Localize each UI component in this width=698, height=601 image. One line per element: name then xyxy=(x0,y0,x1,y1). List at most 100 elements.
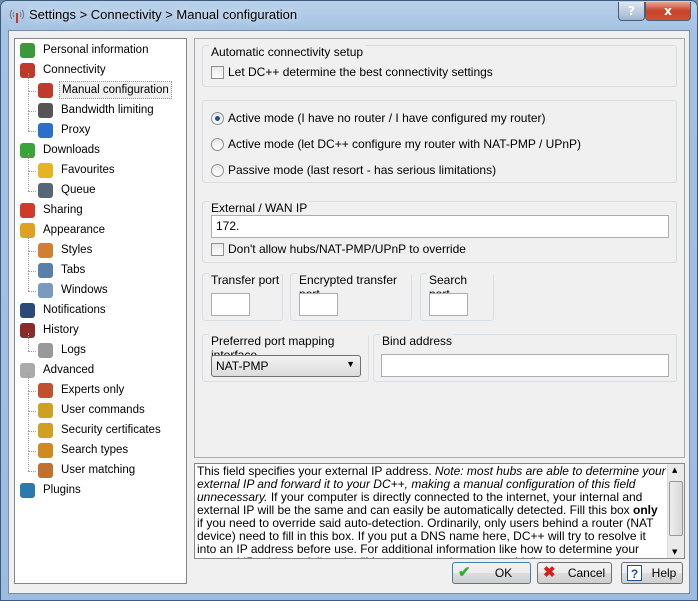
transfer-port-group: Transfer port xyxy=(202,273,283,321)
mode-label-upnp[interactable]: Active mode (let DC++ configure my route… xyxy=(228,137,581,151)
tree-item-label: Security certificates xyxy=(61,424,161,436)
tree-item-label: History xyxy=(43,324,79,336)
tree-connector xyxy=(28,411,36,412)
tree-item-label: Connectivity xyxy=(43,64,106,76)
mode-radio-upnp[interactable] xyxy=(211,138,224,151)
scroll-down-icon[interactable]: ▼ xyxy=(672,548,677,556)
override-checkbox-label[interactable]: Don't allow hubs/NAT-PMP/UPnP to overrid… xyxy=(228,242,466,256)
tree-connector xyxy=(28,253,29,271)
plugin-icon xyxy=(20,483,35,498)
tree-item-label: Logs xyxy=(61,344,86,356)
tree-item-label: Advanced xyxy=(43,364,95,376)
auto-group: Automatic connectivity setup Let DC++ de… xyxy=(202,45,677,87)
tree-item-label: Notifications xyxy=(43,304,106,316)
tree-item-label: User matching xyxy=(61,464,136,476)
help-text-box[interactable]: This field specifies your external IP ad… xyxy=(194,463,685,559)
auto-checkbox-label[interactable]: Let DC++ determine the best connectivity… xyxy=(228,65,493,79)
window-title: Settings > Connectivity > Manual configu… xyxy=(29,7,298,22)
window-icon xyxy=(38,283,53,298)
settings-panel: Automatic connectivity setup Let DC++ de… xyxy=(194,38,685,458)
tree-connector xyxy=(28,171,36,172)
tree-connector xyxy=(28,153,29,171)
help-button[interactable]: ? Help xyxy=(621,562,683,584)
help-text-rest: if you need to override said auto-detect… xyxy=(197,516,654,559)
help-text: This field specifies your external IP ad… xyxy=(197,465,667,559)
tree-item-label: User commands xyxy=(61,404,145,416)
tree-item-label: Search types xyxy=(61,444,129,456)
tree-item-label: Windows xyxy=(61,284,108,296)
gauge-icon xyxy=(38,103,53,118)
tree-connector xyxy=(28,93,29,111)
tree-connector xyxy=(28,373,29,391)
encrypted-port-input[interactable] xyxy=(299,293,338,316)
tree-connector xyxy=(28,471,36,472)
folder-star-icon xyxy=(38,163,53,178)
tree-item-label: Downloads xyxy=(43,144,100,156)
help-icon: ? xyxy=(627,565,642,581)
users-icon xyxy=(38,463,53,478)
wan-group-label: External / WAN IP xyxy=(209,201,310,215)
mapping-select-value: NAT-PMP xyxy=(216,359,269,373)
user-icon xyxy=(20,43,35,58)
tree-connector xyxy=(28,413,29,431)
mode-radio-passive[interactable] xyxy=(211,164,224,177)
mode-group: Active mode (I have no router / I have c… xyxy=(202,100,677,183)
mapping-select[interactable]: NAT-PMP ▼ xyxy=(211,355,361,377)
antenna-icon xyxy=(38,83,53,98)
tree-connector xyxy=(28,111,36,112)
tree-connector xyxy=(28,291,36,292)
tree-item-label: Proxy xyxy=(61,124,91,136)
auto-group-label: Automatic connectivity setup xyxy=(209,45,366,59)
antenna-icon xyxy=(9,9,25,23)
tree-connector xyxy=(28,453,29,471)
tree-connector xyxy=(28,73,29,91)
help-scrollbar[interactable]: ▲ ▼ xyxy=(667,464,684,558)
scrollbar-thumb[interactable] xyxy=(669,481,683,536)
tree-item-label: Bandwidth limiting xyxy=(61,104,154,116)
encrypted-port-group: Encrypted transfer port xyxy=(290,273,412,321)
tree-connector xyxy=(28,431,36,432)
tree-connector xyxy=(28,271,36,272)
tree-connector xyxy=(28,191,36,192)
cancel-button[interactable]: ✖ Cancel xyxy=(537,562,612,584)
tree-connector xyxy=(28,433,29,451)
mode-label-passive[interactable]: Passive mode (last resort - has serious … xyxy=(228,163,496,177)
scroll-up-icon[interactable]: ▲ xyxy=(672,466,677,474)
lock-icon xyxy=(38,423,53,438)
checkmark-icon: ✔ xyxy=(458,564,471,581)
up-arrow-icon xyxy=(20,203,35,218)
tree-connector xyxy=(28,333,29,351)
wan-group: External / WAN IP 172. Don't allow hubs/… xyxy=(202,201,677,263)
tree-item-label: Styles xyxy=(61,244,93,256)
magnifier-icon xyxy=(38,443,53,458)
tree-connector xyxy=(28,113,29,131)
tree-connector xyxy=(28,233,29,251)
close-button[interactable]: x xyxy=(645,2,691,21)
tree-connector xyxy=(28,393,29,411)
tree-item-label: Sharing xyxy=(43,204,83,216)
bind-group-label: Bind address xyxy=(380,334,455,348)
tree-item-label: Favourites xyxy=(61,164,115,176)
wan-ip-input[interactable]: 172. xyxy=(211,215,669,238)
mode-radio-active[interactable] xyxy=(211,112,224,125)
bell-icon xyxy=(20,303,35,318)
tree-connector xyxy=(28,451,36,452)
search-port-group: Search port xyxy=(420,273,494,321)
tree-item-label: Plugins xyxy=(43,484,81,496)
chevron-down-icon: ▼ xyxy=(346,359,355,369)
title-help-button[interactable]: ? xyxy=(618,2,645,21)
tree-connector xyxy=(28,91,36,92)
transfer-port-label: Transfer port xyxy=(209,273,282,287)
transfer-port-input[interactable] xyxy=(211,293,250,316)
bind-address-input[interactable] xyxy=(381,354,669,377)
override-checkbox[interactable] xyxy=(211,243,224,256)
globe-icon xyxy=(38,123,53,138)
mode-label-active[interactable]: Active mode (I have no router / I have c… xyxy=(228,111,545,125)
cross-icon: ✖ xyxy=(543,564,556,581)
search-port-input[interactable] xyxy=(429,293,468,316)
tree-connector xyxy=(28,273,29,291)
tree-connector xyxy=(28,391,36,392)
settings-tree[interactable]: Personal information Connectivity Manual c… xyxy=(14,38,187,584)
ok-button[interactable]: ✔ OK xyxy=(452,562,531,584)
auto-checkbox[interactable] xyxy=(211,66,224,79)
